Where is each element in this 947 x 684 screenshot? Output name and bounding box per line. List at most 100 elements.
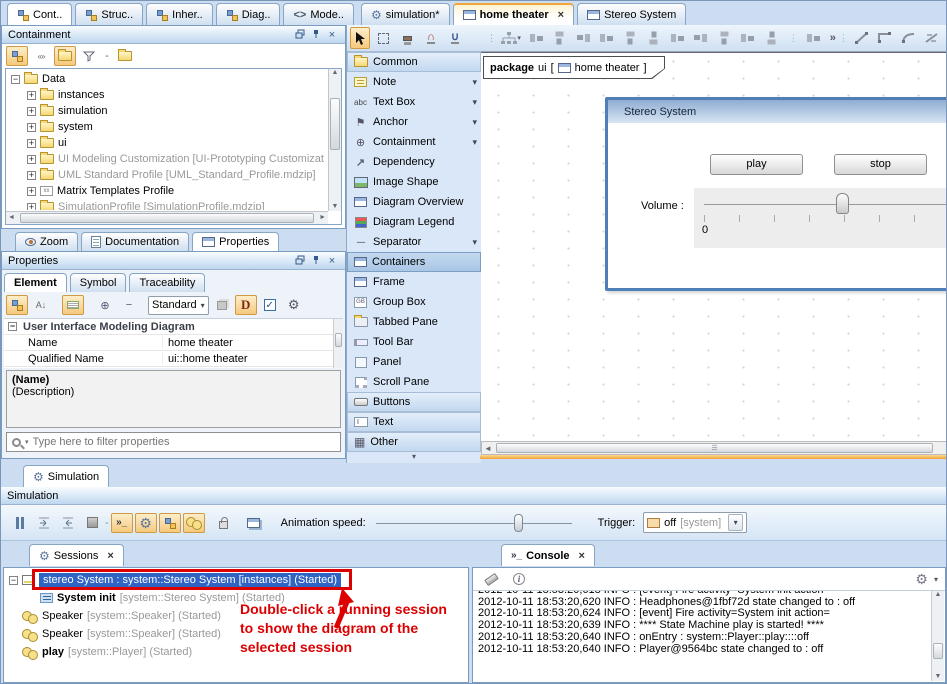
tree-row[interactable]: + UI Modeling Customization [UI-Prototyp…: [6, 151, 327, 167]
palette-item-diagram-overview[interactable]: Diagram Overview: [347, 192, 481, 212]
scrollbar-thumb[interactable]: [330, 98, 340, 150]
float-window-icon[interactable]: [293, 255, 307, 267]
expand-expander[interactable]: +: [27, 171, 36, 180]
chevron-down-icon[interactable]: ▾: [472, 117, 477, 128]
align-button-11[interactable]: [761, 28, 782, 48]
sort-alphabetic-button[interactable]: A↓: [30, 295, 52, 315]
expand-expander[interactable]: +: [27, 107, 36, 116]
console-vertical-scrollbar[interactable]: ▲ ▼: [931, 591, 944, 681]
tree-row[interactable]: + instances: [6, 87, 327, 103]
properties-mini-scrollbar[interactable]: [333, 319, 343, 368]
tab-console[interactable]: »_ Console ×: [501, 544, 595, 566]
canvas-horizontal-scrollbar[interactable]: ◄ ☰: [481, 441, 947, 455]
expand-expander[interactable]: +: [27, 187, 36, 196]
expand-expander[interactable]: +: [27, 203, 36, 211]
chevron-down-icon[interactable]: ▾: [934, 575, 938, 584]
chevron-down-icon[interactable]: ▾: [472, 137, 477, 148]
collapse-nodes-button[interactable]: −: [118, 295, 140, 315]
close-icon[interactable]: ×: [325, 29, 339, 41]
palette-overflow-icon[interactable]: ▾: [347, 452, 481, 461]
tab-documentation[interactable]: Documentation: [81, 232, 189, 251]
stereo-system-frame[interactable]: Stereo System play stop Volume : 0: [605, 97, 947, 291]
tree-row[interactable]: + xx Matrix Templates Profile: [6, 183, 327, 199]
open-scope-button[interactable]: [114, 46, 136, 66]
toggle-sessions-button[interactable]: [159, 513, 181, 533]
expand-expander[interactable]: +: [27, 155, 36, 164]
palette-item-tabbed-pane[interactable]: Tabbed Pane: [347, 312, 481, 332]
tree-row[interactable]: + system: [6, 119, 327, 135]
console-log[interactable]: 2012-10-11 18:53:20,618 INFO : [event] F…: [474, 591, 931, 681]
step-over-button[interactable]: [57, 513, 79, 533]
copy-button[interactable]: [211, 295, 233, 315]
palette-section-containers[interactable]: Containers: [347, 252, 481, 272]
expand-expander[interactable]: +: [27, 123, 36, 132]
info-level-button[interactable]: i: [508, 569, 530, 589]
tab-stereo-system-diagram[interactable]: Stereo System: [577, 3, 686, 25]
properties-filter[interactable]: ▾: [6, 432, 341, 452]
open-diagram-button[interactable]: [243, 513, 265, 533]
filter-button[interactable]: [78, 46, 100, 66]
scroll-down-icon[interactable]: ▼: [329, 203, 341, 210]
tab-symbol[interactable]: Symbol: [70, 273, 127, 292]
collapse-expander[interactable]: −: [9, 576, 18, 585]
collapse-expander[interactable]: −: [11, 75, 20, 84]
slider-handle[interactable]: [514, 514, 523, 532]
slider-track[interactable]: [376, 523, 572, 524]
line-style-curved-button[interactable]: [898, 28, 919, 48]
palette-item-panel[interactable]: Panel: [347, 352, 481, 372]
tab-traceability[interactable]: Traceability: [129, 273, 205, 292]
align-button-3[interactable]: [573, 28, 594, 48]
palette-section-text[interactable]: I Text: [347, 412, 481, 432]
more-tools-icon[interactable]: »: [830, 32, 836, 44]
palette-item-separator[interactable]: ---- Separator ▾: [347, 232, 481, 252]
scroll-left-icon[interactable]: ◄: [484, 444, 492, 453]
scrollbar-thumb[interactable]: [933, 643, 943, 659]
palette-item-anchor[interactable]: ⚑ Anchor ▾: [347, 112, 481, 132]
align-button-4[interactable]: [597, 28, 618, 48]
chevron-down-icon[interactable]: ▾: [472, 97, 477, 108]
sticky-magnet-button[interactable]: ∪: [444, 28, 466, 48]
palette-item-image-shape[interactable]: Image Shape: [347, 172, 481, 192]
palette-section-other[interactable]: ▦ Other: [347, 432, 481, 452]
scroll-right-icon[interactable]: ►: [319, 214, 326, 221]
play-button[interactable]: play: [710, 154, 803, 175]
close-icon[interactable]: ×: [107, 550, 113, 562]
palette-item-diagram-legend[interactable]: Diagram Legend: [347, 212, 481, 232]
line-jumps-button[interactable]: [921, 28, 942, 48]
tab-structure[interactable]: Struc..: [75, 3, 143, 25]
collapse-expander[interactable]: −: [8, 322, 17, 331]
pin-icon[interactable]: [309, 29, 323, 41]
tree-row[interactable]: + simulation: [6, 103, 327, 119]
stop-button[interactable]: stop: [834, 154, 927, 175]
close-icon[interactable]: ×: [558, 9, 564, 21]
align-button-9[interactable]: [714, 28, 735, 48]
tab-home-theater-diagram[interactable]: home theater ×: [453, 3, 575, 25]
tab-containment[interactable]: Cont..: [7, 3, 72, 25]
tree-row[interactable]: + ui: [6, 135, 327, 151]
property-row[interactable]: Qualified Name ui::home theater: [4, 351, 343, 367]
align-button-1[interactable]: [526, 28, 547, 48]
scroll-left-icon[interactable]: ◄: [8, 214, 15, 221]
toggle-variables-button[interactable]: [183, 513, 205, 533]
trigger-dropdown[interactable]: off [system] ▾: [643, 512, 747, 533]
toggle-console-button[interactable]: »_: [111, 513, 133, 533]
package-header[interactable]: package ui [ home theater ]: [484, 57, 664, 78]
align-button-10[interactable]: [738, 28, 759, 48]
terminate-button[interactable]: [81, 513, 103, 533]
containment-horizontal-scrollbar[interactable]: ◄ ►: [6, 211, 328, 224]
palette-item-tool-bar[interactable]: Tool Bar: [347, 332, 481, 352]
scrollbar-thumb[interactable]: ☰: [496, 443, 933, 453]
tab-inheritance[interactable]: Inher..: [146, 3, 213, 25]
select-tool-button[interactable]: [350, 27, 370, 49]
pin-icon[interactable]: [309, 255, 323, 267]
show-auxiliary-button[interactable]: [54, 46, 76, 66]
properties-section-header[interactable]: − User Interface Modeling Diagram: [4, 319, 343, 335]
line-style-oblique-button[interactable]: [851, 28, 872, 48]
tab-zoom[interactable]: Zoom: [15, 232, 78, 251]
tree-row[interactable]: − Data: [6, 71, 327, 87]
scroll-down-icon[interactable]: ▼: [932, 673, 944, 680]
palette-section-buttons[interactable]: Buttons: [347, 392, 481, 412]
scrollbar-thumb[interactable]: [335, 333, 342, 347]
scroll-up-icon[interactable]: ▲: [932, 591, 944, 598]
align-button-2[interactable]: [550, 28, 571, 48]
